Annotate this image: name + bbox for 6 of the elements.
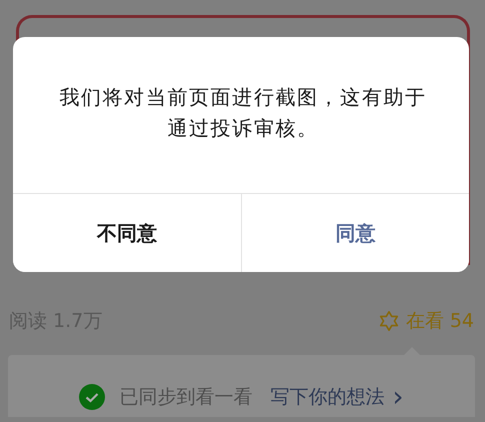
- star-icon[interactable]: [378, 310, 400, 332]
- write-thoughts-link[interactable]: 写下你的想法: [270, 384, 384, 410]
- agree-button[interactable]: 同意: [240, 194, 469, 272]
- chevron-icon[interactable]: ›: [392, 387, 404, 407]
- dialog-message: 我们将对当前页面进行截图，这有助于通过投诉审核。: [58, 84, 428, 142]
- sync-status: 已同步到看一看: [119, 385, 252, 410]
